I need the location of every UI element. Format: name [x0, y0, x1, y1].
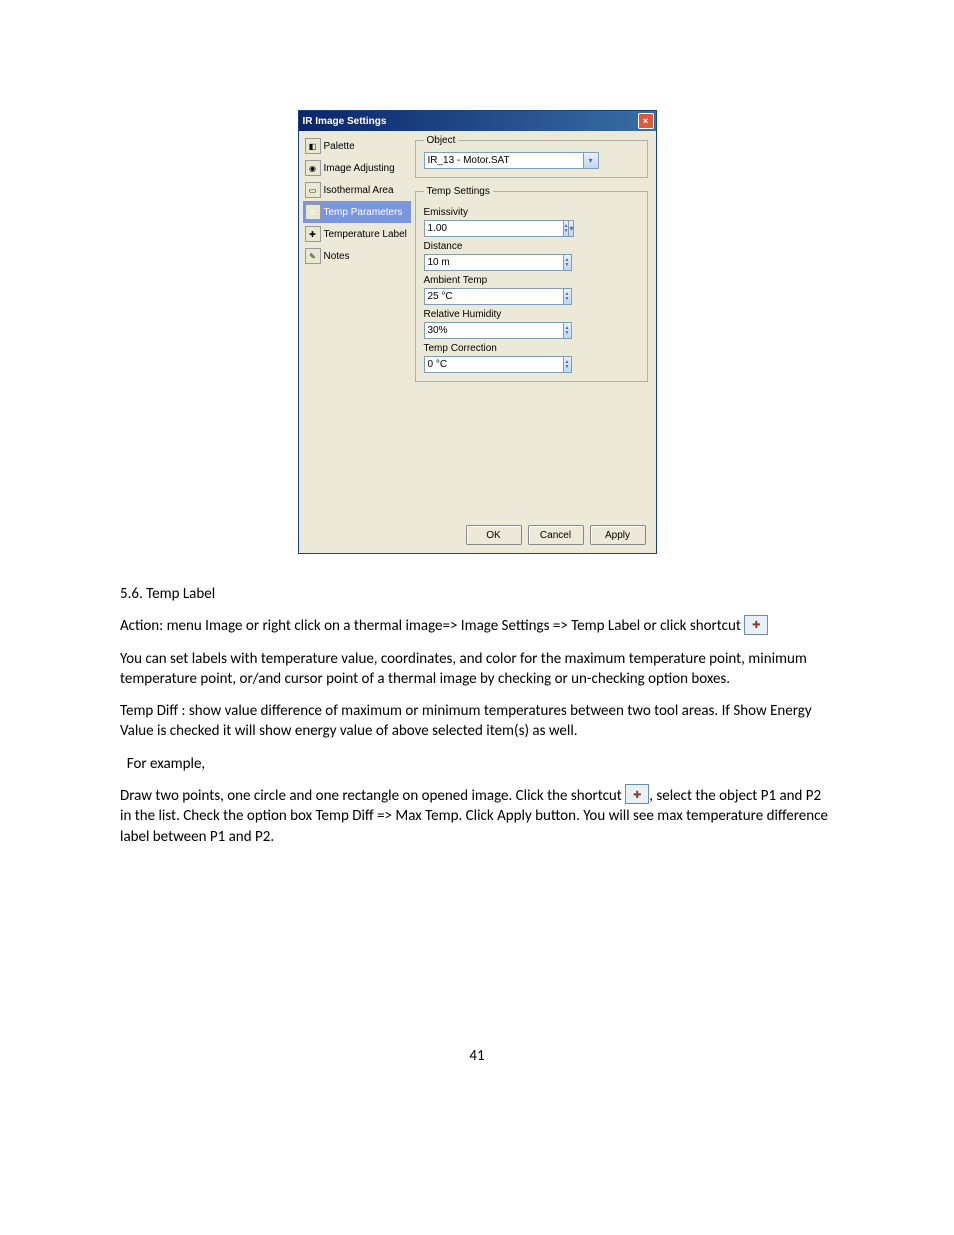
doc-paragraph: Action: menu Image or right click on a t…: [120, 616, 834, 636]
sidebar-item-label: Temp Parameters: [324, 207, 403, 218]
sidebar-item-temperature-label[interactable]: ✚ Temperature Label: [303, 223, 411, 245]
temperature-label-shortcut-icon: ✚: [625, 784, 649, 804]
emissivity-label: Emissivity: [424, 207, 639, 218]
sidebar-item-label: Isothermal Area: [324, 185, 394, 196]
title-bar[interactable]: IR Image Settings ×: [299, 111, 656, 131]
ambient-temp-input[interactable]: [424, 288, 564, 305]
page-number: 41: [120, 1047, 834, 1065]
doc-paragraph: Draw two points, one circle and one rect…: [120, 786, 834, 847]
image-adjusting-icon: ◉: [305, 160, 321, 176]
temperature-label-shortcut-icon: ✚: [744, 615, 768, 635]
spinner-icon[interactable]: ▲▼: [564, 254, 572, 271]
temp-correction-label: Temp Correction: [424, 343, 639, 354]
palette-icon: ◧: [305, 138, 321, 154]
sidebar-item-notes[interactable]: ✎ Notes: [303, 245, 411, 267]
spinner-icon[interactable]: ▲▼: [564, 322, 572, 339]
doc-paragraph: Temp Diff : show value difference of max…: [120, 701, 834, 742]
distance-input[interactable]: [424, 254, 564, 271]
distance-label: Distance: [424, 241, 639, 252]
sidebar-item-label: Temperature Label: [324, 229, 407, 240]
window-title: IR Image Settings: [303, 116, 387, 127]
sidebar-item-image-adjusting[interactable]: ◉ Image Adjusting: [303, 157, 411, 179]
ok-button[interactable]: OK: [466, 525, 522, 545]
apply-button[interactable]: Apply: [590, 525, 646, 545]
object-legend: Object: [424, 135, 459, 146]
object-select[interactable]: [424, 152, 584, 169]
object-group: Object ▾: [415, 135, 648, 178]
isothermal-icon: ▭: [305, 182, 321, 198]
notes-icon: ✎: [305, 248, 321, 264]
sidebar-item-isothermal-area[interactable]: ▭ Isothermal Area: [303, 179, 411, 201]
relative-humidity-label: Relative Humidity: [424, 309, 639, 320]
sidebar-item-temp-parameters[interactable]: ≣ Temp Parameters: [303, 201, 411, 223]
sidebar-item-label: Image Adjusting: [324, 163, 395, 174]
section-heading: 5.6. Temp Label: [120, 584, 834, 604]
spinner-icon[interactable]: ▲▼: [564, 288, 572, 305]
ambient-temp-label: Ambient Temp: [424, 275, 639, 286]
cancel-button[interactable]: Cancel: [528, 525, 584, 545]
chevron-down-icon[interactable]: ▾: [569, 220, 574, 237]
chevron-down-icon[interactable]: ▾: [584, 152, 599, 169]
ir-image-settings-dialog: IR Image Settings × ◧ Palette ◉ Image Ad…: [298, 110, 657, 554]
sidebar-item-label: Notes: [324, 251, 350, 262]
temp-correction-input[interactable]: [424, 356, 564, 373]
sidebar-item-palette[interactable]: ◧ Palette: [303, 135, 411, 157]
spinner-icon[interactable]: ▲▼: [564, 356, 572, 373]
relative-humidity-input[interactable]: [424, 322, 564, 339]
settings-sidebar: ◧ Palette ◉ Image Adjusting ▭ Isothermal…: [303, 135, 411, 515]
close-icon[interactable]: ×: [638, 113, 654, 129]
emissivity-input[interactable]: [424, 220, 564, 237]
doc-paragraph: For example,: [120, 754, 834, 774]
temp-parameters-icon: ≣: [305, 204, 321, 220]
doc-paragraph: You can set labels with temperature valu…: [120, 649, 834, 690]
temperature-label-icon: ✚: [305, 226, 321, 242]
temp-settings-legend: Temp Settings: [424, 186, 493, 197]
sidebar-item-label: Palette: [324, 141, 355, 152]
temp-settings-group: Temp Settings Emissivity ▲▼ ▾ Distance ▲…: [415, 186, 648, 382]
